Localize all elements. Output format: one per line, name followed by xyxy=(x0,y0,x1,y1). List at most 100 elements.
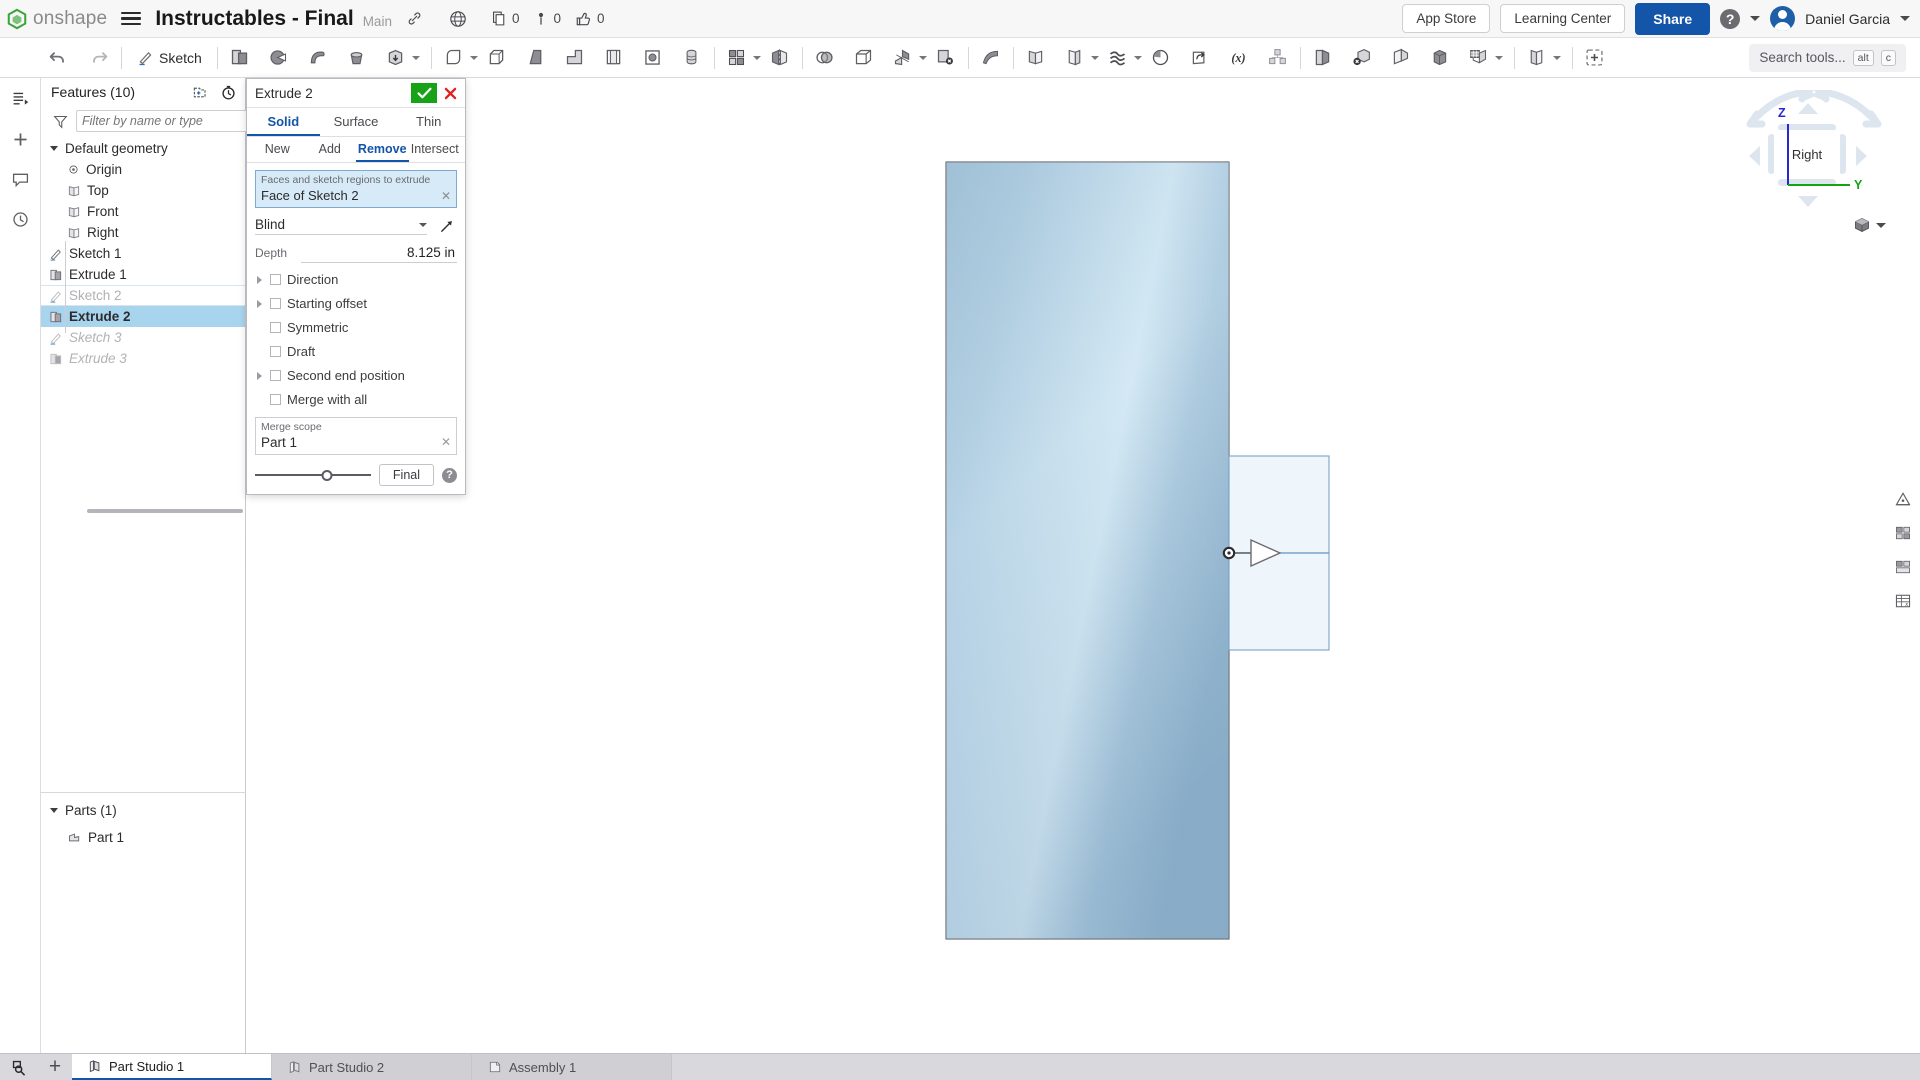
share-button[interactable]: Share xyxy=(1635,3,1710,35)
merge-scope-field[interactable]: Merge scope Part 1 ✕ xyxy=(255,417,457,455)
cancel-button[interactable] xyxy=(440,83,460,103)
avatar[interactable] xyxy=(1770,6,1795,31)
parts-section-header[interactable]: Parts (1) xyxy=(41,800,246,821)
redo-arrow-icon[interactable] xyxy=(84,43,114,73)
move-face-icon[interactable] xyxy=(1425,43,1455,73)
feature-tree-node-right[interactable]: Right xyxy=(41,222,245,243)
app-store-button[interactable]: App Store xyxy=(1402,4,1490,33)
search-tools-button[interactable]: Search tools... alt c xyxy=(1749,44,1906,72)
delete-face-icon[interactable] xyxy=(931,43,961,73)
add-tab-button[interactable]: + xyxy=(38,1054,72,1080)
tab-surface[interactable]: Surface xyxy=(320,108,393,136)
tab-intersect[interactable]: Intersect xyxy=(409,137,462,162)
add-folder-icon[interactable] xyxy=(191,84,208,101)
globe-public-icon[interactable] xyxy=(449,10,467,28)
split-icon[interactable] xyxy=(888,43,918,73)
onshape-wordmark[interactable]: onshape xyxy=(33,8,107,30)
branch-label[interactable]: Main xyxy=(363,14,392,29)
sweep-icon[interactable] xyxy=(303,43,333,73)
view-orientation-cube[interactable]: Right Z Y xyxy=(1738,86,1890,236)
part-item-part-1[interactable]: Part 1 xyxy=(41,827,246,848)
view-mode-selector[interactable] xyxy=(1853,216,1886,234)
search-input[interactable] xyxy=(76,110,251,132)
appearance-icon[interactable] xyxy=(1886,550,1920,584)
arrow-up-icon[interactable] xyxy=(1796,102,1820,116)
curve-icon[interactable] xyxy=(1103,43,1133,73)
slider-knob[interactable] xyxy=(321,470,332,481)
expand-chevron-right-icon[interactable] xyxy=(255,371,264,380)
thread-icon[interactable] xyxy=(677,43,707,73)
sketch-plane-icon[interactable] xyxy=(1060,43,1090,73)
measure-icon[interactable] xyxy=(1886,482,1920,516)
composite-curve-icon[interactable] xyxy=(1185,43,1215,73)
link-icon[interactable] xyxy=(406,10,423,27)
enclose-icon[interactable] xyxy=(849,43,879,73)
delete-part-icon[interactable] xyxy=(1347,43,1377,73)
expand-chevron-right-icon[interactable] xyxy=(255,299,264,308)
checkbox-draft[interactable] xyxy=(270,346,281,357)
chevron-down-icon[interactable] xyxy=(50,808,58,813)
checkbox-direction[interactable] xyxy=(270,274,281,285)
pattern-group-chevron-down-icon[interactable] xyxy=(753,56,761,60)
plane-group-chevron-down-icon[interactable] xyxy=(1091,56,1099,60)
loft-icon[interactable] xyxy=(342,43,372,73)
boolean-icon[interactable] xyxy=(810,43,840,73)
preview-slider[interactable] xyxy=(255,468,371,482)
tab-add[interactable]: Add xyxy=(304,137,357,162)
rollback-timer-icon[interactable] xyxy=(220,84,237,101)
pattern-icon[interactable] xyxy=(722,43,752,73)
faces-selection-field[interactable]: Faces and sketch regions to extrude Face… xyxy=(255,170,457,208)
checkbox-merge-with-all[interactable] xyxy=(270,394,281,405)
add-panel-icon[interactable] xyxy=(7,126,33,152)
end-type-select[interactable]: Blind xyxy=(255,217,427,235)
mirror-icon[interactable] xyxy=(765,43,795,73)
hamburger-menu-icon[interactable] xyxy=(121,12,141,26)
flip-direction-icon[interactable] xyxy=(435,216,457,236)
split-group-chevron-down-icon[interactable] xyxy=(919,56,927,60)
transform-icon[interactable] xyxy=(976,43,1006,73)
tab-remove[interactable]: Remove xyxy=(356,137,409,162)
comments-icon[interactable] xyxy=(7,166,33,192)
variable-table-icon[interactable]: x xyxy=(1886,584,1920,618)
undo-arrow-icon[interactable] xyxy=(42,43,72,73)
configure-group-chevron-down-icon[interactable] xyxy=(1495,56,1503,60)
help-icon[interactable]: ? xyxy=(442,468,457,483)
extrude-icon[interactable] xyxy=(225,43,255,73)
chevron-down-icon[interactable] xyxy=(49,144,59,154)
checkbox-second-end-position[interactable] xyxy=(270,370,281,381)
graphics-canvas[interactable]: Right Z Y xyxy=(246,78,1920,1053)
copy-icon[interactable] xyxy=(491,10,508,27)
fillet-icon[interactable] xyxy=(439,43,469,73)
helix-icon[interactable] xyxy=(1146,43,1176,73)
thicken-icon[interactable] xyxy=(381,43,411,73)
checkbox-starting-offset[interactable] xyxy=(270,298,281,309)
draft-icon[interactable] xyxy=(521,43,551,73)
replace-face-icon[interactable] xyxy=(1386,43,1416,73)
clear-x-icon[interactable]: ✕ xyxy=(441,435,451,449)
feature-tree-node-front[interactable]: Front xyxy=(41,201,245,222)
curve-group-chevron-down-icon[interactable] xyxy=(1134,56,1142,60)
configure-icon[interactable] xyxy=(1464,43,1494,73)
feature-tree-node-extrude-1[interactable]: Extrude 1 xyxy=(41,264,245,285)
display-state-icon[interactable] xyxy=(1886,516,1920,550)
document-tab-part-studio-1[interactable]: Part Studio 1 xyxy=(72,1054,272,1080)
document-tab-assembly-1[interactable]: Assembly 1 xyxy=(472,1054,672,1080)
feature-tree-node-sketch-3[interactable]: Sketch 3 xyxy=(41,327,245,348)
tab-new[interactable]: New xyxy=(251,137,304,162)
rib-icon[interactable] xyxy=(560,43,590,73)
variable-icon[interactable]: (x) xyxy=(1224,43,1254,73)
hole-icon[interactable] xyxy=(638,43,668,73)
depth-input[interactable]: 8.125 in xyxy=(301,245,457,263)
clear-x-icon[interactable]: ✕ xyxy=(441,189,451,203)
pin-icon[interactable] xyxy=(533,11,549,27)
fillet-group-chevron-down-icon[interactable] xyxy=(470,56,478,60)
feature-tree-node-top[interactable]: Top xyxy=(41,180,245,201)
revolve-icon[interactable] xyxy=(264,43,294,73)
arrow-left-icon[interactable] xyxy=(1748,144,1762,168)
thumbs-up-icon[interactable] xyxy=(575,10,593,28)
help-icon[interactable]: ? xyxy=(1720,9,1740,29)
section-group-chevron-down-icon[interactable] xyxy=(1553,56,1561,60)
feature-list-icon[interactable] xyxy=(7,86,33,112)
composite-part-icon[interactable] xyxy=(1263,43,1293,73)
history-icon[interactable] xyxy=(7,206,33,232)
